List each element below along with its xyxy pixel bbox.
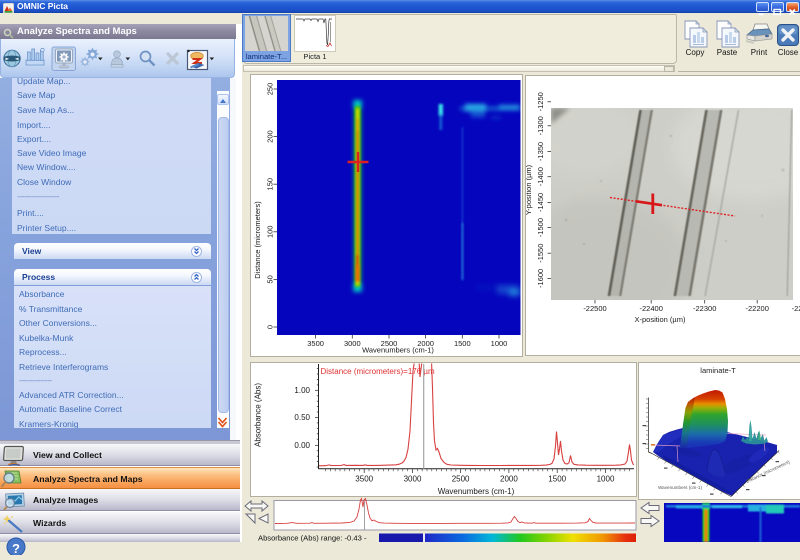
svg-text:0.00: 0.00 (294, 441, 310, 450)
svg-text:150: 150 (266, 178, 275, 191)
svg-text:1.00: 1.00 (294, 386, 310, 395)
svg-text:-1400: -1400 (536, 167, 545, 186)
svg-text:1000: 1000 (597, 475, 615, 484)
svg-text:-1600: -1600 (536, 269, 545, 288)
svg-text:Wavenumbers (cm-1): Wavenumbers (cm-1) (362, 346, 434, 355)
svg-text:50: 50 (266, 275, 275, 283)
svg-text:-1450: -1450 (536, 193, 545, 212)
svg-text:0.50: 0.50 (294, 413, 310, 422)
svg-text:Wavenumbers (cm-1): Wavenumbers (cm-1) (658, 485, 702, 490)
svg-text:-1500: -1500 (536, 218, 545, 237)
svg-text:3000: 3000 (404, 475, 422, 484)
svg-text:0: 0 (266, 325, 275, 329)
svg-text:-1550: -1550 (536, 244, 545, 263)
svg-text:100: 100 (266, 226, 275, 239)
svg-text:Distance (micrometers)=176 µm: Distance (micrometers)=176 µm (321, 367, 436, 376)
svg-text:2000: 2000 (500, 475, 518, 484)
svg-text:-1350: -1350 (536, 142, 545, 161)
svg-text:X-position (µm): X-position (µm) (635, 315, 687, 324)
svg-text:Absorbance (Abs): Absorbance (Abs) (254, 383, 263, 447)
svg-text:200: 200 (266, 130, 275, 143)
svg-text:Wavenumbers (cm-1): Wavenumbers (cm-1) (438, 487, 515, 496)
svg-text:1500: 1500 (454, 339, 471, 348)
svg-text:3500: 3500 (307, 339, 324, 348)
svg-text:Distance (micrometers): Distance (micrometers) (253, 201, 262, 279)
svg-text:2500: 2500 (452, 475, 470, 484)
svg-text:3000: 3000 (344, 339, 361, 348)
svg-text:-22: -22 (792, 304, 800, 313)
svg-text:Y-position (µm): Y-position (µm) (526, 164, 533, 215)
svg-text:-22200: -22200 (746, 304, 769, 313)
svg-text:-22300: -22300 (693, 304, 716, 313)
svg-text:-1300: -1300 (536, 116, 545, 135)
svg-text:1500: 1500 (548, 475, 566, 484)
svg-text:3500: 3500 (355, 475, 373, 484)
svg-text:-1250: -1250 (536, 92, 545, 111)
svg-text:laminate-T: laminate-T (700, 366, 736, 375)
svg-text:-22400: -22400 (640, 304, 663, 313)
svg-text:1000: 1000 (491, 339, 508, 348)
svg-text:Absorbance (Abs) range: -0.43: Absorbance (Abs) range: -0.43 - (258, 534, 367, 543)
svg-text:-22500: -22500 (583, 304, 606, 313)
svg-text:?: ? (12, 541, 20, 555)
svg-text:250: 250 (266, 83, 275, 96)
